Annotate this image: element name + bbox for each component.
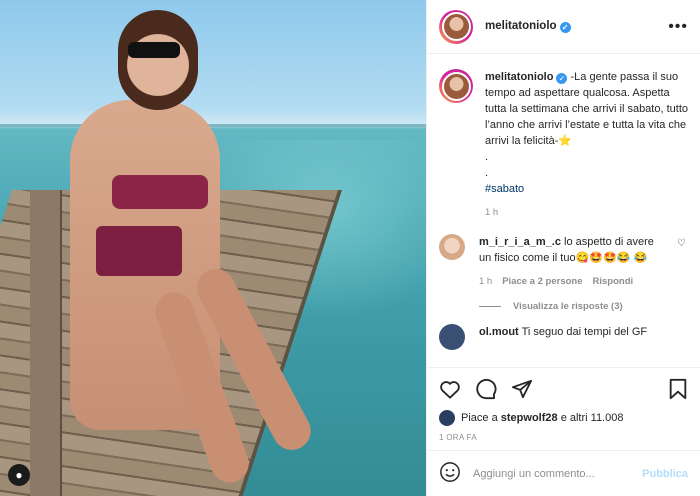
author-avatar[interactable]: [439, 9, 473, 44]
comment-input[interactable]: [473, 467, 643, 480]
likes-summary: Piace a stepwolf28 e altri 11.008: [439, 410, 688, 426]
more-icon[interactable]: •••: [668, 18, 688, 36]
caption-username[interactable]: melitatoniolo: [485, 71, 553, 83]
commenter-avatar[interactable]: [439, 234, 465, 260]
post-date: 1 ORA FA: [439, 433, 477, 442]
commenter-avatar[interactable]: [439, 324, 465, 350]
heart-icon[interactable]: [439, 379, 461, 399]
comment-item: m_i_r_i_a_m_.c lo aspetto di avere un fi…: [439, 234, 688, 266]
share-icon[interactable]: [511, 379, 533, 399]
emoji-icon[interactable]: [439, 461, 461, 486]
comment-item: ol.mout Ti seguo dai tempi del GF: [439, 324, 688, 350]
heart-icon[interactable]: ♡: [677, 238, 686, 249]
view-replies-button[interactable]: Visualizza le risposte (3): [479, 301, 688, 312]
commenter-username[interactable]: m_i_r_i_a_m_.c: [479, 236, 561, 248]
comment-icon[interactable]: [475, 378, 497, 400]
verified-icon: ✓: [559, 22, 571, 33]
dock-plank: [30, 190, 62, 496]
reply-button[interactable]: Rispondi: [593, 276, 634, 287]
comment-likes[interactable]: Piace a 2 persone: [502, 276, 582, 287]
post-actions: Piace a stepwolf28 e altri 11.008 1 ORA …: [427, 367, 700, 442]
post-header: melitatoniolo ✓ •••: [427, 0, 700, 54]
caption-avatar[interactable]: [439, 69, 473, 103]
hashtag-link[interactable]: #sabato: [485, 181, 688, 197]
comment-meta: 1 h Piace a 2 persone Rispondi: [479, 276, 688, 287]
comment-time: 1 h: [479, 276, 493, 287]
caption: melitatoniolo ✓ -La gente passa il suo te…: [439, 69, 688, 218]
caption-time: 1 h: [485, 207, 499, 218]
caption-dot: .: [485, 167, 489, 179]
add-comment-bar: Pubblica: [427, 450, 700, 496]
verified-icon: ✓: [556, 73, 568, 84]
author-username[interactable]: melitatoniolo ✓: [485, 20, 571, 33]
user-tag-icon[interactable]: ●: [8, 464, 30, 486]
swimsuit-top: [112, 175, 208, 209]
commenter-username[interactable]: ol.mout: [479, 326, 519, 338]
comments-list: melitatoniolo ✓ -La gente passa il suo te…: [427, 55, 700, 365]
instagram-post-modal: ● melitatoniolo ✓ ••• melitatoniolo ✓ -La …: [0, 0, 700, 496]
sea-horizon: [0, 124, 426, 127]
sunglasses: [128, 42, 180, 58]
liker-username[interactable]: stepwolf28: [501, 412, 558, 424]
likes-count[interactable]: e altri 11.008: [561, 412, 624, 424]
swimsuit-bottom: [96, 226, 182, 276]
caption-dot: .: [485, 151, 489, 163]
comment-text: Ti seguo dai tempi del GF: [521, 326, 648, 338]
person-head: [118, 10, 198, 110]
liker-avatar[interactable]: [439, 410, 455, 426]
post-side-panel: melitatoniolo ✓ ••• melitatoniolo ✓ -La ge…: [426, 0, 700, 496]
post-photo[interactable]: ●: [0, 0, 426, 496]
publish-button[interactable]: Pubblica: [642, 468, 688, 480]
bookmark-icon[interactable]: [668, 378, 688, 400]
